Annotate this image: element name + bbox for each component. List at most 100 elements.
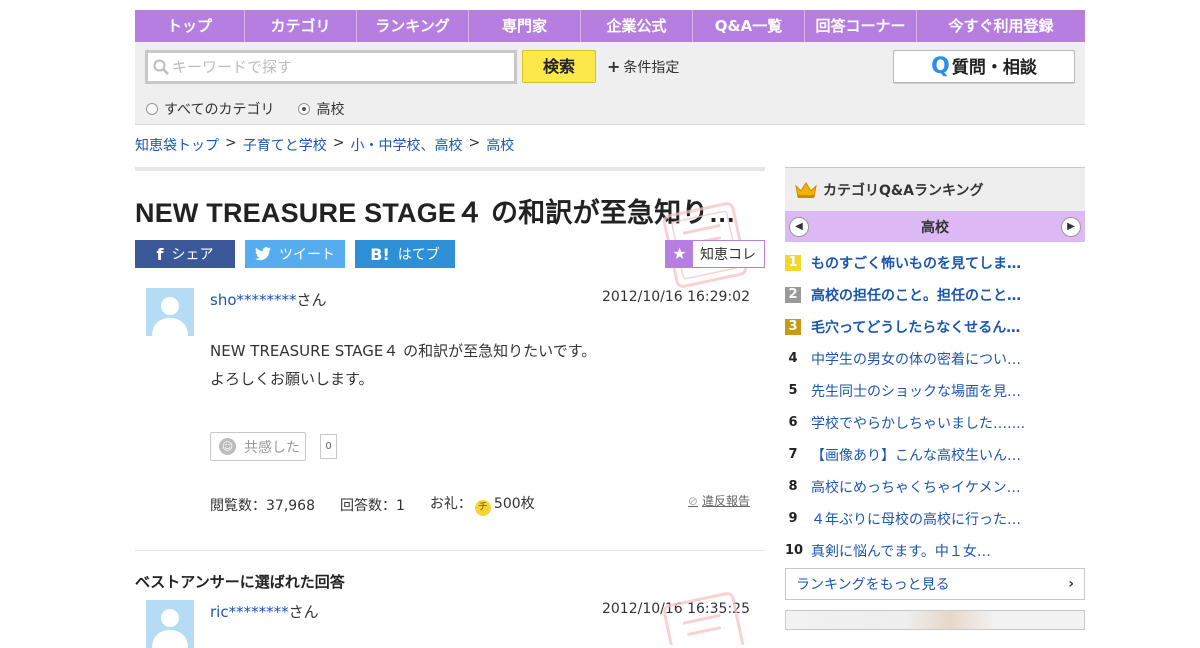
more-ranking-link[interactable]: ランキングをもっと見る › [785, 568, 1085, 600]
chie-coin-icon: チ [474, 500, 491, 516]
breadcrumb-item-schools[interactable]: 小・中学校、高校 [350, 135, 462, 155]
breadcrumb-item-parenting[interactable]: 子育てと学校 [243, 135, 327, 155]
hatena-share-label: はてブ [397, 247, 440, 263]
ranking-item[interactable]: 8 高校にめっちゃくちゃイケメン… [785, 471, 1085, 503]
breadcrumb-item-top[interactable]: 知恵袋トップ [135, 135, 219, 155]
twitter-share-button[interactable]: ツイート [245, 240, 345, 268]
ranking-item[interactable]: 1 ものすごく怖いものを見てしま… [785, 247, 1085, 279]
global-nav: トップ カテゴリ ランキング 専門家 企業公式 Q&A一覧 回答コーナー 今すぐ利用登録 [135, 10, 1085, 42]
ranking-item[interactable]: 3 毛穴ってどうしたらなくせるん… [785, 311, 1085, 343]
hatena-bookmark-icon: B! [370, 244, 390, 264]
search-button[interactable]: 検索 [522, 50, 596, 83]
nav-item[interactable]: ランキング [357, 10, 469, 42]
scope-all-label: すべてのカテゴリ [164, 102, 275, 118]
breadcrumb-separator: > [225, 135, 237, 151]
facebook-share-button[interactable]: f シェア [135, 240, 235, 268]
ranking-question-link[interactable]: 先生同士のショックな場面を見… [811, 381, 1021, 401]
report-label: 違反報告 [701, 494, 750, 508]
ranking-question-link[interactable]: 中学生の男女の体の密着につい… [811, 349, 1021, 369]
answer-author-link[interactable]: ric******** [210, 603, 289, 621]
ask-label: 質問・相談 [951, 58, 1037, 78]
radio-on-icon [298, 103, 311, 115]
rank-number: 4 [788, 351, 798, 366]
ranking-title: カテゴリQ&Aランキング [823, 182, 984, 199]
ask-question-button[interactable]: Q 質問・相談 [893, 50, 1075, 83]
banner-image[interactable] [785, 610, 1085, 630]
ranking-category-label: 高校 [921, 219, 949, 236]
nav-item[interactable]: 専門家 [469, 10, 581, 42]
ranking-question-link[interactable]: ４年ぶりに母校の高校に行った… [811, 509, 1021, 529]
next-category-arrow-icon[interactable]: ▶ [1061, 216, 1081, 237]
view-count: 閲覧数：37,968 [210, 497, 315, 514]
search-area: 検索 +条件指定 Q質問・相談 すべてのカテゴリ 高校 [135, 42, 1085, 125]
divider [135, 167, 765, 171]
question-date: 2012/10/16 16:29:02 [601, 289, 750, 305]
conditions-label: 条件指定 [623, 60, 680, 76]
ranking-question-link[interactable]: 真剣に悩んでます。中１女… [811, 541, 991, 561]
empathy-count: 0 [320, 434, 337, 459]
breadcrumb-item-highschool[interactable]: 高校 [486, 135, 514, 155]
question-body-line: NEW TREASURE STAGE４ の和訳が至急知りたいです。 [210, 342, 597, 360]
question-author-link[interactable]: sho******** [210, 291, 297, 309]
ranking-question-link[interactable]: 高校にめっちゃくちゃイケメン… [811, 477, 1021, 497]
ranking-item[interactable]: 5 先生同士のショックな場面を見… [785, 375, 1085, 407]
conditions-link[interactable]: + 条件指定 [607, 57, 679, 77]
best-answer-heading: ベストアンサーに選ばれた回答 [135, 573, 345, 591]
rank-number: 2 [785, 287, 801, 303]
search-icon [153, 59, 169, 75]
ranking-question-link[interactable]: 毛穴ってどうしたらなくせるん… [811, 317, 1020, 337]
ranking-item[interactable]: 6 学校でやらかしちゃいました‥‥... [785, 407, 1085, 439]
prohibited-icon: ⊘ [687, 494, 698, 508]
share-buttons: f シェア ツイート B! はてブ [135, 240, 455, 268]
twitter-share-label: ツイート [279, 247, 335, 263]
scope-current-label: 高校 [316, 102, 345, 118]
nav-item[interactable]: 今すぐ利用登録 [917, 10, 1085, 42]
ranking-header: カテゴリQ&Aランキング [785, 167, 1085, 211]
rank-number: 7 [788, 447, 798, 462]
answered-stamp-icon [662, 592, 748, 645]
nav-item[interactable]: カテゴリ [245, 10, 357, 42]
ranking-item[interactable]: 7 【画像あり】こんな高校生いん… [785, 439, 1085, 471]
scope-all-radio[interactable]: すべてのカテゴリ [146, 99, 274, 119]
ranking-question-link[interactable]: ものすごく怖いものを見てしま… [811, 253, 1021, 273]
honorific: さん [288, 603, 319, 621]
ranking-item[interactable]: 10 真剣に悩んでます。中１女… [785, 535, 1085, 567]
hatena-share-button[interactable]: B! はてブ [355, 240, 455, 268]
report-link[interactable]: ⊘ 違反報告 [688, 492, 750, 509]
avatar[interactable] [146, 600, 194, 648]
ranking-item[interactable]: 2 高校の担任のこと。担任のこと… [785, 279, 1085, 311]
nav-item[interactable]: 企業公式 [581, 10, 693, 42]
facebook-icon: f [156, 244, 164, 264]
avatar[interactable] [146, 288, 194, 336]
breadcrumb-separator: > [332, 135, 345, 151]
scope-current-radio[interactable]: 高校 [298, 99, 344, 119]
divider [135, 550, 765, 551]
ranking-question-link[interactable]: 高校の担任のこと。担任のこと… [811, 285, 1021, 305]
chiekore-button[interactable]: ★ 知恵コレ [665, 240, 765, 268]
question-stats: 閲覧数：37,968 回答数：1 お礼：チ 500枚 [210, 493, 535, 516]
ranking-item[interactable]: 9 ４年ぶりに母校の高校に行った… [785, 503, 1085, 535]
search-input[interactable] [145, 50, 517, 84]
rank-number: 10 [785, 543, 804, 558]
ranking-question-link[interactable]: 【画像あり】こんな高校生いん… [811, 445, 1021, 465]
empathy-button[interactable]: ☺ 共感した [210, 432, 306, 461]
rank-number: 8 [788, 479, 798, 494]
twitter-bird-icon [255, 247, 271, 261]
radio-off-icon [146, 103, 158, 115]
prev-category-arrow-icon[interactable]: ◀ [789, 216, 809, 237]
smile-icon: ☺ [219, 438, 236, 455]
ranking-category-switcher: ◀ 高校 ▶ [785, 211, 1085, 242]
nav-item[interactable]: Q&A一覧 [693, 10, 805, 42]
ranking-list: 1 ものすごく怖いものを見てしま… 2 高校の担任のこと。担任のこと… 3 毛穴ってどうし… [785, 247, 1085, 567]
question-body: NEW TREASURE STAGE４ の和訳が至急知りたいです。 よろしくお願… [210, 337, 596, 393]
q-logo-icon: Q [931, 54, 950, 79]
ranking-question-link[interactable]: 学校でやらかしちゃいました‥‥... [811, 413, 1025, 433]
ranking-item[interactable]: 4 中学生の男女の体の密着につい… [785, 343, 1085, 375]
question-author: sho********さん [210, 289, 327, 310]
plus-icon: + [607, 57, 621, 76]
nav-item[interactable]: 回答コーナー [805, 10, 917, 42]
question-body-line: よろしくお願いします。 [210, 370, 374, 388]
question-main: NEW TREASURE STAGE４ の和訳が至急知り… f シェア ツイート … [135, 167, 765, 648]
nav-item[interactable]: トップ [135, 10, 245, 42]
chevron-right-icon: › [1068, 576, 1074, 592]
